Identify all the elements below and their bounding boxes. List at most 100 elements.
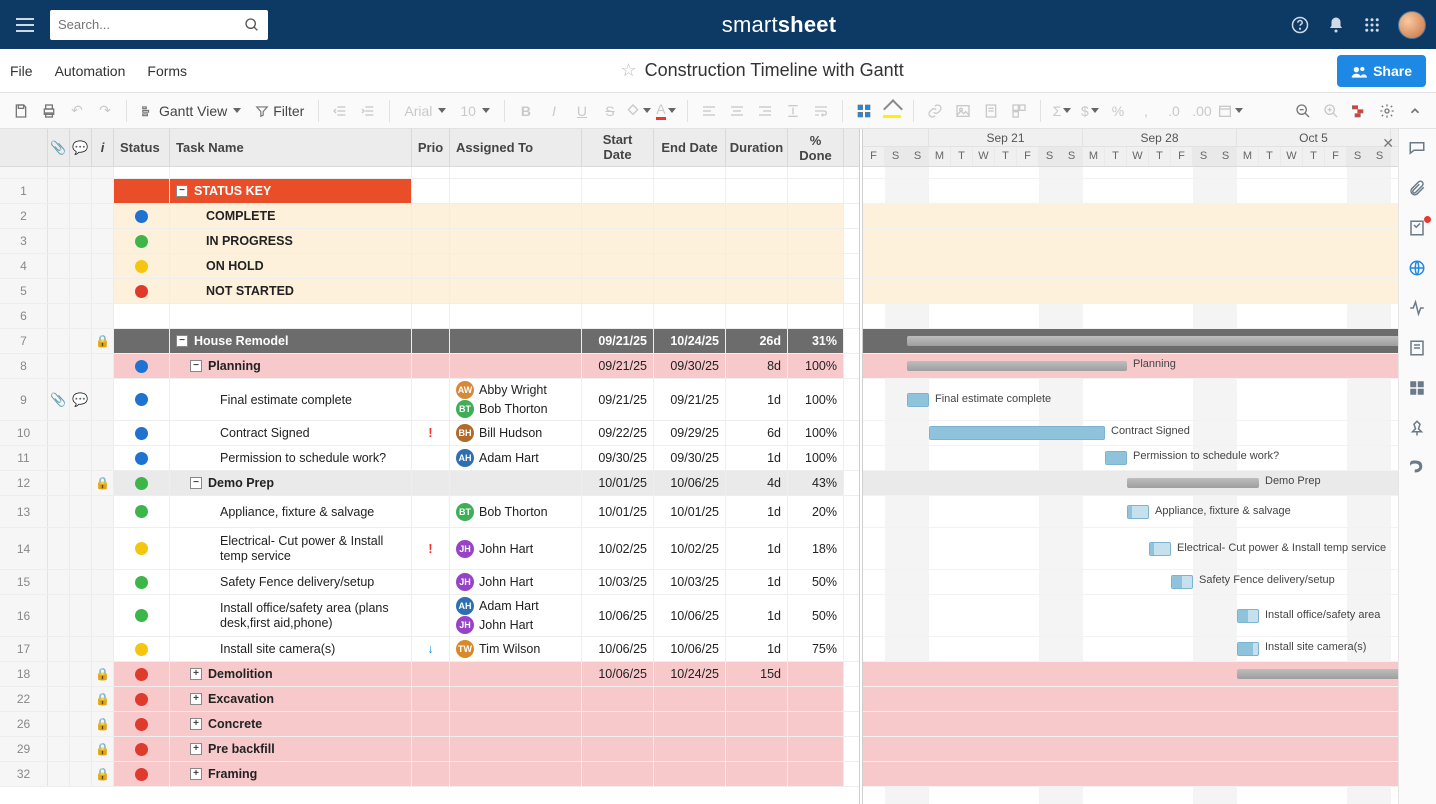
gantt-bar[interactable] — [1237, 642, 1259, 656]
gantt-row[interactable] — [863, 254, 1398, 279]
thousands-icon[interactable]: , — [1133, 98, 1159, 124]
brandfolder-icon[interactable] — [1408, 459, 1428, 479]
menu-toggle[interactable] — [10, 10, 40, 40]
grid-row[interactable]: 29🔒 +Pre backfill — [0, 737, 859, 762]
collapse-icon[interactable]: − — [176, 185, 188, 197]
user-avatar[interactable] — [1398, 11, 1426, 39]
gantt-bar[interactable] — [1127, 505, 1149, 519]
grid-row[interactable]: 8 −Planning 09/21/2509/30/25 8d100% — [0, 354, 859, 379]
undo-icon[interactable]: ↶ — [64, 98, 90, 124]
grid-pane[interactable]: 📎 💬 i Status Task Name Prio Assigned To … — [0, 129, 863, 804]
view-switcher[interactable]: Gantt View — [135, 98, 247, 124]
col-done[interactable]: % Done — [788, 129, 844, 166]
critical-path-icon[interactable] — [1346, 98, 1372, 124]
grid-row[interactable]: 1 −STATUS KEY — [0, 179, 859, 204]
gantt-bar[interactable] — [907, 336, 1398, 346]
gantt-row[interactable] — [863, 329, 1398, 354]
help-icon[interactable] — [1290, 15, 1310, 35]
conversations-icon[interactable] — [1408, 139, 1428, 159]
indent-icon[interactable] — [355, 98, 381, 124]
publish-icon[interactable] — [1408, 259, 1428, 279]
font-family[interactable]: Arial — [398, 98, 452, 124]
gantt-bar[interactable] — [907, 393, 929, 407]
gantt-row[interactable]: Appliance, fixture & salvage — [863, 496, 1398, 528]
gantt-pane[interactable]: Sep 21 Sep 28 Oct 5 FSSMTWTFSSMTWTFSSMTW… — [863, 129, 1398, 804]
app-launcher-icon[interactable] — [1362, 15, 1382, 35]
col-duration[interactable]: Duration — [726, 129, 788, 166]
grid-row[interactable]: 3 IN PROGRESS — [0, 229, 859, 254]
redo-icon[interactable]: ↷ — [92, 98, 118, 124]
gantt-bar[interactable] — [1171, 575, 1193, 589]
symbols-icon[interactable] — [1006, 98, 1032, 124]
col-priority[interactable]: Prio — [412, 129, 450, 166]
expand-icon[interactable]: + — [190, 743, 202, 755]
grid-row[interactable]: 11 Permission to schedule work? AHAdam H… — [0, 446, 859, 471]
italic-icon[interactable]: I — [541, 98, 567, 124]
gantt-row[interactable]: Safety Fence delivery/setup — [863, 570, 1398, 595]
grid-row[interactable]: 6 — [0, 304, 859, 329]
grid-row[interactable]: 18🔒 +Demolition 10/06/2510/24/25 15d — [0, 662, 859, 687]
collapse-icon[interactable]: − — [176, 335, 188, 347]
percent-icon[interactable]: % — [1105, 98, 1131, 124]
grid-row[interactable]: 2 COMPLETE — [0, 204, 859, 229]
gantt-row[interactable]: Install office/safety area — [863, 595, 1398, 637]
outdent-icon[interactable] — [327, 98, 353, 124]
grid-row[interactable]: 15 Safety Fence delivery/setup JHJohn Ha… — [0, 570, 859, 595]
collapse-icon[interactable]: − — [190, 477, 202, 489]
expand-icon[interactable]: + — [190, 668, 202, 680]
grid-row[interactable]: 14 Electrical- Cut power & Install temp … — [0, 528, 859, 570]
date-format-icon[interactable] — [1217, 98, 1243, 124]
expand-icon[interactable]: + — [190, 718, 202, 730]
attach-icon[interactable] — [978, 98, 1004, 124]
close-gantt-icon[interactable]: ✕ — [1382, 135, 1394, 152]
save-icon[interactable] — [8, 98, 34, 124]
grid-row[interactable]: 13 Appliance, fixture & salvage BTBob Th… — [0, 496, 859, 528]
decimal-dec-icon[interactable]: .0 — [1161, 98, 1187, 124]
pin-icon[interactable] — [1408, 419, 1428, 439]
grid-row[interactable]: 26🔒 +Concrete — [0, 712, 859, 737]
text-color-icon[interactable]: A — [653, 98, 679, 124]
conditional-format-icon[interactable] — [851, 98, 877, 124]
underline-icon[interactable]: U — [569, 98, 595, 124]
highlight-changes-icon[interactable] — [879, 98, 905, 124]
grid-row[interactable]: 5 NOT STARTED — [0, 279, 859, 304]
gantt-row[interactable]: Contract Signed — [863, 421, 1398, 446]
wrap-icon[interactable] — [808, 98, 834, 124]
col-status[interactable]: Status — [114, 129, 170, 166]
link-icon[interactable] — [922, 98, 948, 124]
info-column-icon[interactable]: i — [92, 129, 114, 166]
gantt-row[interactable] — [863, 737, 1398, 762]
gantt-row[interactable] — [863, 204, 1398, 229]
gantt-row[interactable] — [863, 304, 1398, 329]
gantt-bar[interactable] — [907, 361, 1127, 371]
collapse-icon[interactable]: − — [190, 360, 202, 372]
share-button[interactable]: Share — [1337, 55, 1426, 87]
gantt-bar[interactable] — [1127, 478, 1259, 488]
grid-row[interactable]: 7🔒 −House Remodel 09/21/25 10/24/25 26d … — [0, 329, 859, 354]
fill-color-icon[interactable] — [625, 98, 651, 124]
grid-row[interactable]: 32🔒 +Framing — [0, 762, 859, 787]
align-left-icon[interactable] — [696, 98, 722, 124]
grid-row[interactable]: 12🔒 −Demo Prep 10/01/2510/06/25 4d43% — [0, 471, 859, 496]
activity-log-icon[interactable] — [1408, 299, 1428, 319]
col-task[interactable]: Task Name — [170, 129, 412, 166]
gantt-bar[interactable] — [1237, 669, 1398, 679]
favorite-star-icon[interactable]: ☆ — [620, 60, 636, 81]
gantt-row[interactable] — [863, 762, 1398, 787]
grid-row[interactable]: 22🔒 +Excavation — [0, 687, 859, 712]
attachment-icon[interactable]: 📎 — [50, 392, 66, 408]
gantt-row[interactable] — [863, 179, 1398, 204]
gantt-row[interactable]: Permission to schedule work? — [863, 446, 1398, 471]
gantt-row[interactable]: Planning — [863, 354, 1398, 379]
grid-row[interactable]: 16 Install office/safety area (plans des… — [0, 595, 859, 637]
settings-icon[interactable] — [1374, 98, 1400, 124]
menu-file[interactable]: File — [10, 63, 33, 79]
gantt-row[interactable] — [863, 229, 1398, 254]
col-start[interactable]: Start Date — [582, 129, 654, 166]
grid-row[interactable]: 10 Contract Signed ! BHBill Hudson 09/22… — [0, 421, 859, 446]
gantt-body[interactable]: PlanningFinal estimate completeContract … — [863, 167, 1398, 787]
expand-icon[interactable]: + — [190, 768, 202, 780]
attachments-rail-icon[interactable] — [1408, 179, 1428, 199]
decimal-inc-icon[interactable]: .00 — [1189, 98, 1215, 124]
gantt-row[interactable]: Electrical- Cut power & Install temp ser… — [863, 528, 1398, 570]
